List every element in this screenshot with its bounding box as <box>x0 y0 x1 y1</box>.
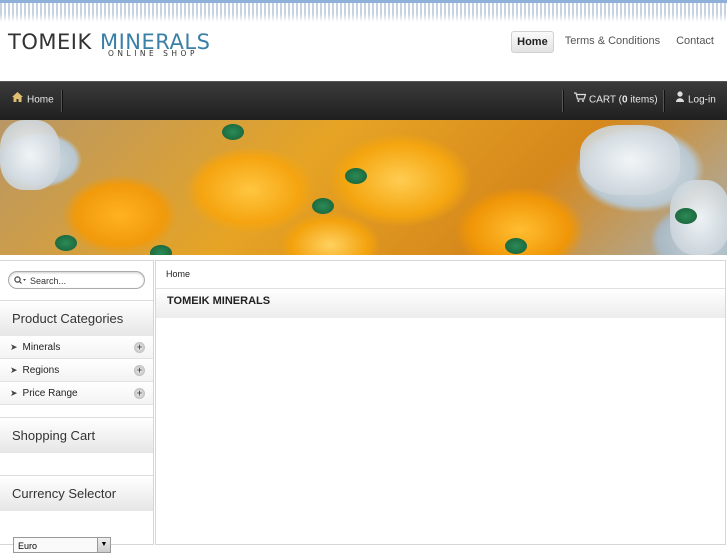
navbar-login-link[interactable]: Log-in <box>676 82 716 120</box>
breadcrumb-home[interactable]: Home <box>166 269 190 279</box>
banner-mineral-spot <box>55 235 77 251</box>
top-decoration-strip <box>0 0 727 22</box>
category-label: Price Range <box>22 388 78 399</box>
currency-select[interactable]: Euro ▼ <box>13 537 111 553</box>
hero-banner-image <box>0 120 727 255</box>
navbar-login-label: Log-in <box>688 94 716 106</box>
home-icon <box>12 82 23 118</box>
product-categories-heading: Product Categories <box>0 300 153 336</box>
cart-prefix: CART ( <box>589 94 622 106</box>
banner-mineral-spot <box>505 238 527 254</box>
sidebar: Search... Product Categories ➤ Minerals +… <box>0 260 154 553</box>
expand-plus-icon[interactable]: + <box>134 342 145 353</box>
navbar-divider <box>61 90 63 112</box>
currency-value: Euro <box>18 541 38 551</box>
cart-icon <box>574 82 587 118</box>
chevron-right-icon: ➤ <box>10 365 18 375</box>
top-navigation: Home Terms & Conditions Contact <box>511 31 719 53</box>
topnav-contact-link[interactable]: Contact <box>671 31 719 53</box>
category-item-minerals[interactable]: ➤ Minerals + <box>0 336 153 359</box>
currency-selector-heading: Currency Selector <box>0 475 153 511</box>
expand-plus-icon[interactable]: + <box>134 388 145 399</box>
search-icon <box>14 273 27 291</box>
expand-plus-icon[interactable]: + <box>134 365 145 376</box>
cart-suffix: items) <box>627 94 658 106</box>
page-title: TOMEIK MINERALS <box>156 288 725 318</box>
chevron-right-icon: ➤ <box>10 342 18 352</box>
banner-mineral-spot <box>345 168 367 184</box>
main-content: Home TOMEIK MINERALS <box>155 260 726 545</box>
search-input[interactable]: Search... <box>8 271 145 289</box>
shopping-cart-heading: Shopping Cart <box>0 417 153 453</box>
navbar-divider <box>562 90 564 112</box>
user-icon <box>676 82 684 118</box>
category-label: Regions <box>22 365 60 376</box>
logo-subtitle: ONLINE SHOP <box>108 49 198 58</box>
banner-crystal <box>0 120 60 190</box>
category-item-regions[interactable]: ➤ Regions + <box>0 359 153 382</box>
navbar-home-link[interactable]: Home <box>12 82 54 120</box>
navbar-divider <box>663 90 665 112</box>
banner-mineral-spot <box>675 208 697 224</box>
banner-crystal <box>580 125 680 195</box>
search-placeholder: Search... <box>30 276 67 286</box>
chevron-down-icon: ▼ <box>97 538 110 552</box>
category-label: Minerals <box>22 342 61 353</box>
logo-text-left: TOMEIK <box>8 30 92 54</box>
topnav-home-link[interactable]: Home <box>511 31 554 53</box>
chevron-right-icon: ➤ <box>10 388 18 398</box>
navbar-cart-link[interactable]: CART (0 items) <box>574 82 658 120</box>
banner-mineral-spot <box>150 245 172 255</box>
banner-mineral-spot <box>222 124 244 140</box>
banner-mineral-spot <box>312 198 334 214</box>
navbar-home-label: Home <box>27 94 54 106</box>
breadcrumb[interactable]: Home <box>166 269 190 279</box>
category-item-price-range[interactable]: ➤ Price Range + <box>0 382 153 405</box>
main-navbar: Home CART (0 items) Log-in <box>0 81 727 120</box>
topnav-terms-link[interactable]: Terms & Conditions <box>560 31 665 53</box>
